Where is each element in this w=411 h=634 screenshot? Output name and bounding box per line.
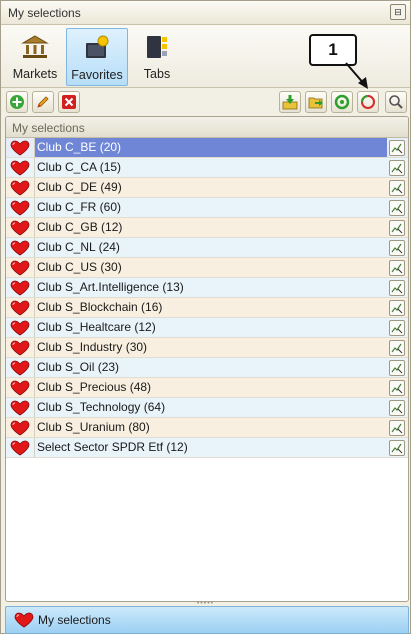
list-item-label: Club S_Precious (48) <box>34 378 387 397</box>
list-item-label: Club C_BE (20) <box>34 138 387 157</box>
list-item[interactable]: Club C_GB (12) <box>6 218 408 238</box>
chart-detail-icon <box>391 163 403 174</box>
row-detail-button[interactable] <box>389 220 405 236</box>
list-item-label: Club S_Healtcare (12) <box>34 318 387 337</box>
row-detail-button[interactable] <box>389 260 405 276</box>
list-item-label: Club C_US (30) <box>34 258 387 277</box>
list-item[interactable]: Club C_BE (20) <box>6 138 408 158</box>
chart-detail-icon <box>391 363 403 374</box>
row-detail-button[interactable] <box>389 140 405 156</box>
chart-detail-icon <box>391 243 403 254</box>
chart-detail-icon <box>391 183 403 194</box>
row-detail-button[interactable] <box>389 440 405 456</box>
heart-icon <box>10 320 30 336</box>
list-item-label: Club C_DE (49) <box>34 178 387 197</box>
row-detail-button[interactable] <box>389 420 405 436</box>
footer-my-selections[interactable]: My selections <box>5 606 409 634</box>
list-item-label: Select Sector SPDR Etf (12) <box>34 438 387 457</box>
list-item[interactable]: Select Sector SPDR Etf (12) <box>6 438 408 458</box>
list-item[interactable]: Club S_Precious (48) <box>6 378 408 398</box>
list-item[interactable]: Club C_FR (60) <box>6 198 408 218</box>
list-item[interactable]: Club S_Healtcare (12) <box>6 318 408 338</box>
chart-detail-icon <box>391 283 403 294</box>
list-item[interactable]: Club S_Technology (64) <box>6 398 408 418</box>
chart-detail-icon <box>391 223 403 234</box>
heart-icon <box>10 200 30 216</box>
heart-icon <box>10 360 30 376</box>
heart-icon <box>10 140 30 156</box>
row-detail-button[interactable] <box>389 160 405 176</box>
row-detail-button[interactable] <box>389 340 405 356</box>
selection-list: Club C_BE (20) Club C_CA (15) Club C_DE (4… <box>6 138 408 458</box>
chart-detail-icon <box>391 143 403 154</box>
callout-arrow <box>345 62 368 89</box>
selections-panel: My selections Club C_BE (20) Club C_CA (1… <box>5 116 409 602</box>
row-detail-button[interactable] <box>389 320 405 336</box>
panel-header: My selections <box>6 117 408 138</box>
list-item-label: Club S_Blockchain (16) <box>34 298 387 317</box>
list-item-label: Club C_FR (60) <box>34 198 387 217</box>
heart-icon <box>10 440 30 456</box>
list-item-label: Club S_Uranium (80) <box>34 418 387 437</box>
heart-icon <box>10 240 30 256</box>
list-item[interactable]: Club S_Blockchain (16) <box>6 298 408 318</box>
list-item-label: Club S_Technology (64) <box>34 398 387 417</box>
chart-detail-icon <box>391 423 403 434</box>
row-detail-button[interactable] <box>389 200 405 216</box>
heart-icon <box>10 340 30 356</box>
my-selections-window: My selections ⊟ Markets Favorites Tabs 1… <box>0 0 411 634</box>
row-detail-button[interactable] <box>389 280 405 296</box>
chart-detail-icon <box>391 263 403 274</box>
list-item-label: Club S_Industry (30) <box>34 338 387 357</box>
heart-icon <box>10 160 30 176</box>
list-item-label: Club S_Art.Intelligence (13) <box>34 278 387 297</box>
heart-icon <box>10 400 30 416</box>
chart-detail-icon <box>391 403 403 414</box>
list-item[interactable]: Club S_Art.Intelligence (13) <box>6 278 408 298</box>
chart-detail-icon <box>391 383 403 394</box>
chart-detail-icon <box>391 303 403 314</box>
list-item-label: Club C_CA (15) <box>34 158 387 177</box>
list-item[interactable]: Club C_CA (15) <box>6 158 408 178</box>
row-detail-button[interactable] <box>389 300 405 316</box>
footer-label: My selections <box>38 613 111 627</box>
chart-detail-icon <box>391 343 403 354</box>
row-detail-button[interactable] <box>389 400 405 416</box>
heart-icon <box>10 280 30 296</box>
row-detail-button[interactable] <box>389 360 405 376</box>
heart-icon <box>10 260 30 276</box>
list-item[interactable]: Club C_NL (24) <box>6 238 408 258</box>
chart-detail-icon <box>391 323 403 334</box>
list-item[interactable]: Club S_Uranium (80) <box>6 418 408 438</box>
list-item[interactable]: Club S_Oil (23) <box>6 358 408 378</box>
heart-icon <box>14 612 34 628</box>
heart-icon <box>10 380 30 396</box>
list-item[interactable]: Club S_Industry (30) <box>6 338 408 358</box>
row-detail-button[interactable] <box>389 240 405 256</box>
chart-detail-icon <box>391 203 403 214</box>
heart-icon <box>10 220 30 236</box>
chart-detail-icon <box>391 443 403 454</box>
heart-icon <box>10 420 30 436</box>
panel-title: My selections <box>12 121 85 135</box>
list-item[interactable]: Club C_DE (49) <box>6 178 408 198</box>
heart-icon <box>10 300 30 316</box>
heart-icon <box>10 180 30 196</box>
list-item-label: Club C_NL (24) <box>34 238 387 257</box>
list-item-label: Club C_GB (12) <box>34 218 387 237</box>
row-detail-button[interactable] <box>389 180 405 196</box>
row-detail-button[interactable] <box>389 380 405 396</box>
list-item-label: Club S_Oil (23) <box>34 358 387 377</box>
list-item[interactable]: Club C_US (30) <box>6 258 408 278</box>
